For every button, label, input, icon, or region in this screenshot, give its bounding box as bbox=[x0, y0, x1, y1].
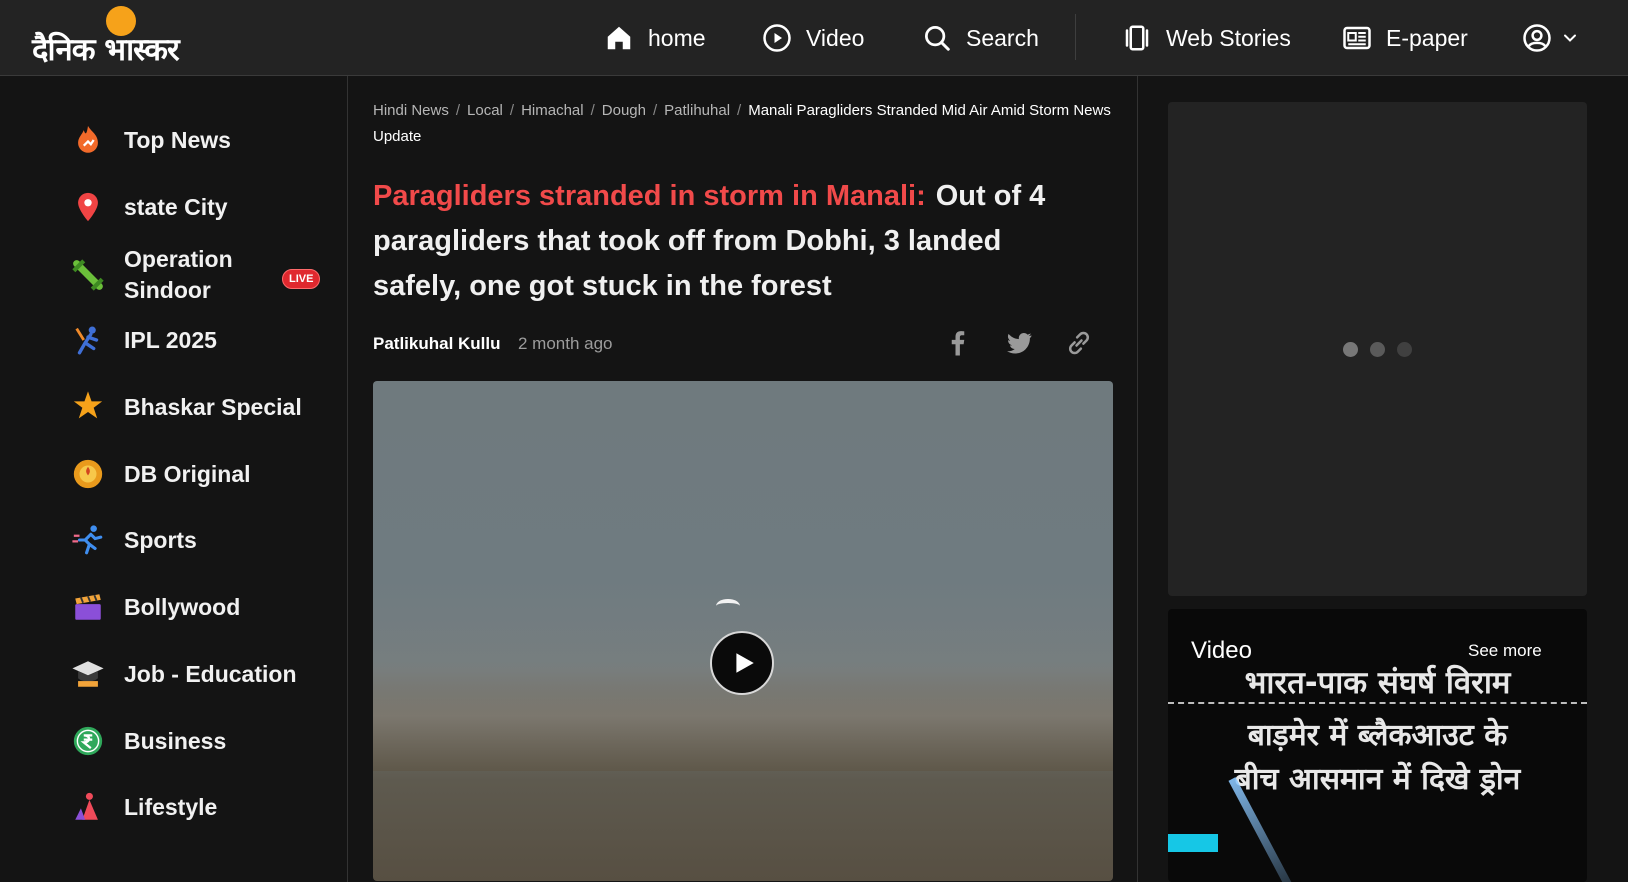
lifestyle-icon bbox=[70, 789, 106, 825]
video-thumbnail-text: बीच आसमान में दिखे ड्रोन bbox=[1234, 762, 1521, 797]
nav-search-label: Search bbox=[966, 24, 1039, 51]
logo-wordmark: दैनिक भास्कर bbox=[32, 32, 180, 68]
breadcrumb-item[interactable]: Himachal bbox=[521, 102, 584, 119]
sidebar-item-top-news[interactable]: Top News bbox=[70, 122, 231, 158]
rupee-icon bbox=[70, 723, 106, 759]
loading-dots bbox=[1343, 342, 1412, 357]
barbed-wire-graphic bbox=[1168, 702, 1587, 704]
sidebar-item-label: Bhaskar Special bbox=[124, 393, 302, 420]
nav-web-stories[interactable]: Web Stories bbox=[1122, 0, 1291, 76]
live-badge: LIVE bbox=[282, 269, 321, 289]
link-icon bbox=[1068, 331, 1090, 355]
nav-video[interactable]: Video bbox=[762, 0, 864, 76]
ad-placeholder bbox=[1168, 102, 1587, 596]
nav-epaper[interactable]: E-paper bbox=[1342, 0, 1468, 76]
sidebar-item-operation-sindoor[interactable]: Operation Sindoor bbox=[70, 244, 254, 306]
nav-web-stories-label: Web Stories bbox=[1166, 24, 1291, 51]
sidebar-item-label: IPL 2025 bbox=[124, 326, 217, 353]
search-icon bbox=[925, 26, 950, 51]
runner-icon bbox=[70, 522, 106, 558]
cricket-icon bbox=[70, 322, 106, 358]
facebook-icon bbox=[951, 331, 965, 356]
sidebar-item-db-original[interactable]: DB Original bbox=[70, 456, 251, 492]
play-circle-icon bbox=[763, 24, 791, 52]
video-thumbnail-text: बाड़मेर में ब्लैकआउट के bbox=[1247, 718, 1508, 753]
graduation-cap-icon bbox=[70, 656, 106, 692]
author-name[interactable]: Patlikuhal Kullu bbox=[373, 334, 501, 354]
sidebar-item-state-city[interactable]: state City bbox=[70, 189, 228, 225]
web-stories-icon bbox=[1125, 25, 1149, 51]
publish-time: 2 month ago bbox=[518, 334, 613, 353]
account-menu[interactable] bbox=[1522, 0, 1580, 76]
article-headline: Paragliders stranded in storm in Manali:… bbox=[373, 174, 1093, 309]
location-pin-icon bbox=[70, 189, 106, 225]
see-more-link[interactable]: See more bbox=[1468, 641, 1542, 661]
copy-link-button[interactable] bbox=[1064, 328, 1096, 360]
breadcrumb: Hindi News / Local / Himachal / Dough / Patlihuh… bbox=[373, 102, 1111, 145]
sidebar-item-label: DB Original bbox=[124, 460, 251, 487]
twitter-icon bbox=[1006, 333, 1032, 354]
sidebar-item-label: Lifestyle bbox=[124, 793, 218, 820]
breadcrumb-item[interactable]: Hindi News bbox=[373, 102, 449, 119]
article-main: Hindi News / Local / Himachal / Dough / Patlihuh… bbox=[348, 76, 1138, 882]
sidebar-item-sports[interactable]: Sports bbox=[70, 522, 197, 558]
newspaper-icon bbox=[1343, 26, 1371, 50]
top-navigation-bar: दैनिक भास्कर home Video Search Web Stori… bbox=[0, 0, 1628, 76]
sidebar-item-label: Operation Sindoor bbox=[124, 246, 233, 303]
video-widget-title: Video bbox=[1191, 637, 1252, 664]
chevron-down-icon bbox=[1564, 34, 1576, 42]
breadcrumb-item[interactable]: Patlihuhal bbox=[664, 102, 730, 119]
sidebar-item-business[interactable]: Business bbox=[70, 723, 226, 759]
user-circle-icon bbox=[1523, 24, 1551, 52]
sidebar-item-bollywood[interactable]: Bollywood bbox=[70, 589, 240, 625]
nav-epaper-label: E-paper bbox=[1386, 24, 1468, 51]
clapperboard-icon bbox=[70, 589, 106, 625]
sidebar-item-ipl-2025[interactable]: IPL 2025 bbox=[70, 322, 217, 358]
sidebar-item-label: Top News bbox=[124, 126, 231, 153]
nav-search[interactable]: Search bbox=[922, 0, 1039, 76]
nav-home[interactable]: home bbox=[604, 0, 706, 76]
headline-kicker: Paragliders stranded in storm in Manali: bbox=[373, 180, 926, 212]
thumbnail-light bbox=[1168, 834, 1218, 852]
sidebar-item-label: Sports bbox=[124, 526, 197, 553]
sidebar-item-label: Bollywood bbox=[124, 593, 241, 620]
nav-video-label: Video bbox=[806, 24, 865, 51]
missile-icon bbox=[70, 257, 106, 293]
share-twitter-button[interactable] bbox=[1004, 328, 1036, 360]
share-facebook-button[interactable] bbox=[943, 328, 975, 360]
left-sidebar: Top News state City Operation Sindoor LI… bbox=[0, 76, 348, 882]
sidebar-item-job-education[interactable]: Job - Education bbox=[70, 656, 297, 692]
article-video-player[interactable] bbox=[373, 381, 1113, 881]
play-icon bbox=[736, 653, 754, 673]
video-widget[interactable]: भारत-पाक संघर्ष विराम बाड़मेर में ब्लैकआ… bbox=[1168, 609, 1587, 882]
breadcrumb-item[interactable]: Local bbox=[467, 102, 503, 119]
home-icon bbox=[607, 26, 631, 50]
sidebar-item-bhaskar-special[interactable]: Bhaskar Special bbox=[70, 389, 302, 425]
sidebar-item-label: state City bbox=[124, 193, 228, 220]
flame-icon bbox=[70, 122, 106, 158]
paraglider-in-frame bbox=[716, 599, 740, 613]
sidebar-item-label: Business bbox=[124, 727, 227, 754]
sidebar-item-lifestyle[interactable]: Lifestyle bbox=[70, 789, 217, 825]
video-play-button[interactable] bbox=[710, 631, 774, 695]
nav-divider bbox=[1075, 14, 1076, 60]
star-icon bbox=[70, 389, 106, 425]
sidebar-item-label: Job - Education bbox=[124, 660, 297, 687]
video-thumbnail-text: भारत-पाक संघर्ष विराम bbox=[1244, 665, 1511, 701]
nav-home-label: home bbox=[648, 24, 706, 51]
breadcrumb-item[interactable]: Dough bbox=[602, 102, 646, 119]
dainik-bhaskar-logo[interactable]: दैनिक भास्कर bbox=[32, 6, 210, 68]
db-original-icon bbox=[70, 456, 106, 492]
